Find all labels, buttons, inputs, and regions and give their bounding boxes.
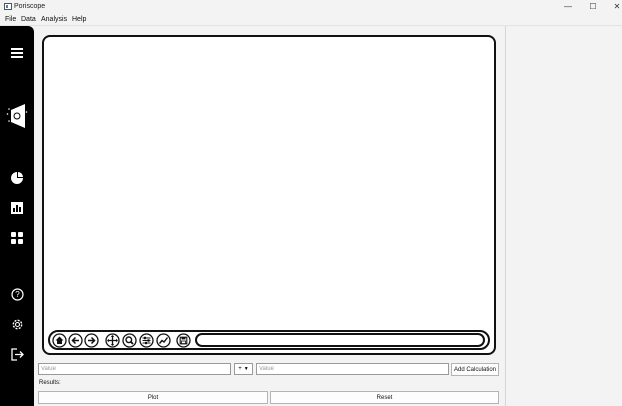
- pie-chart-icon[interactable]: [8, 169, 26, 187]
- settings-icon[interactable]: [8, 315, 26, 333]
- window-title: Poriscope: [14, 3, 46, 10]
- zoom-icon[interactable]: [122, 333, 137, 348]
- menu-data[interactable]: Data: [21, 16, 36, 23]
- value2-input[interactable]: [256, 363, 449, 375]
- reset-button[interactable]: Reset: [270, 391, 499, 404]
- menu-file[interactable]: File: [5, 16, 16, 23]
- edit-axis-icon[interactable]: [156, 333, 171, 348]
- forward-icon[interactable]: [84, 333, 99, 348]
- operator-select[interactable]: + ▼: [234, 363, 253, 375]
- add-calculation-button[interactable]: Add Calculation: [451, 363, 499, 376]
- home-icon[interactable]: [52, 333, 67, 348]
- pan-icon[interactable]: [105, 333, 120, 348]
- value1-input[interactable]: [38, 363, 231, 375]
- plot-canvas[interactable]: [42, 35, 496, 355]
- save-icon[interactable]: [176, 333, 191, 348]
- chevron-down-icon: ▼: [243, 366, 249, 372]
- back-icon[interactable]: [68, 333, 83, 348]
- operator-value: +: [238, 366, 242, 372]
- menu-icon[interactable]: [8, 44, 26, 62]
- plot-button[interactable]: Plot: [38, 391, 268, 404]
- title-bar: Poriscope — ☐ ✕: [0, 0, 622, 14]
- right-panel: [505, 26, 622, 406]
- close-button[interactable]: ✕: [606, 0, 622, 14]
- menu-analysis[interactable]: Analysis: [41, 16, 67, 23]
- maximize-button[interactable]: ☐: [582, 0, 604, 14]
- bar-chart-icon[interactable]: [8, 199, 26, 217]
- app-icon: [4, 3, 12, 10]
- help-icon[interactable]: ?: [8, 285, 26, 303]
- grid-icon[interactable]: [8, 229, 26, 247]
- results-label: Results:: [39, 380, 61, 386]
- configure-icon[interactable]: [139, 333, 154, 348]
- menu-help[interactable]: Help: [72, 16, 86, 23]
- svg-text:?: ?: [15, 290, 20, 299]
- coordinate-display: [195, 333, 485, 347]
- minimize-button[interactable]: —: [557, 0, 579, 14]
- poriscope-logo-icon: [6, 104, 28, 128]
- menu-bar: File Data Analysis Help: [0, 14, 622, 26]
- logout-icon[interactable]: [8, 345, 26, 363]
- sidebar: ?: [0, 26, 34, 406]
- plot-toolbar: [48, 330, 490, 350]
